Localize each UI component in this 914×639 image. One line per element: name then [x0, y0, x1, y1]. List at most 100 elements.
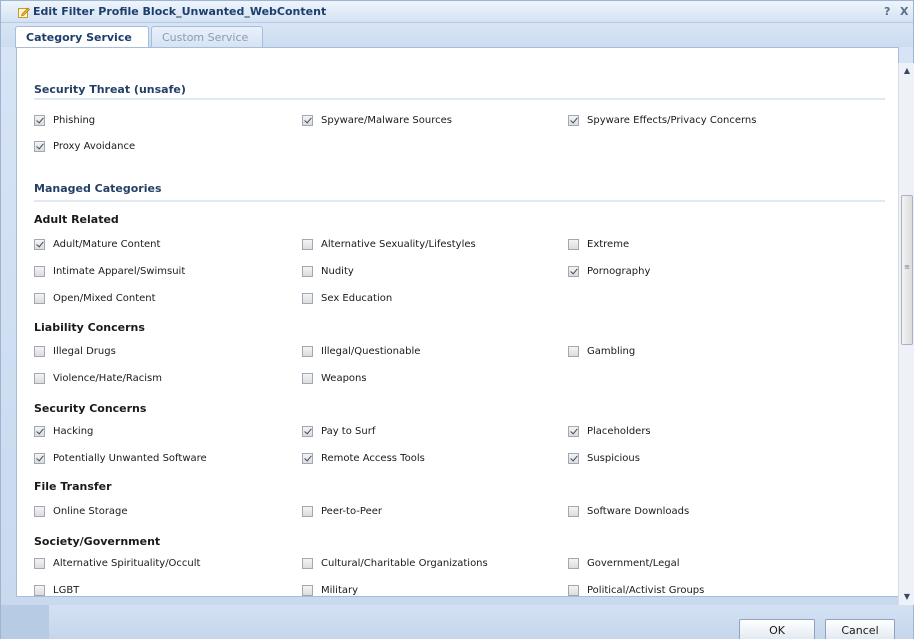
checkbox-label: Peer-to-Peer: [321, 505, 382, 517]
checkbox-pornography[interactable]: Pornography: [568, 264, 650, 278]
checkbox-illegal-questionable[interactable]: Illegal/Questionable: [302, 344, 420, 358]
checkbox-box[interactable]: [34, 292, 45, 304]
checkbox-box[interactable]: [302, 238, 313, 250]
checkbox-placeholders[interactable]: Placeholders: [568, 424, 651, 438]
checkbox-government-legal[interactable]: Government/Legal: [568, 556, 680, 570]
checkbox-label: Violence/Hate/Racism: [53, 372, 162, 384]
category-panel: Security Threat (unsafe) Phishing Spywar…: [16, 47, 899, 597]
dialog-title: Edit Filter Profile Block_Unwanted_WebCo…: [33, 5, 327, 18]
dialog-titlebar: Edit Filter Profile Block_Unwanted_WebCo…: [1, 1, 913, 23]
checkbox-label: Government/Legal: [587, 557, 680, 569]
checkbox-box[interactable]: [34, 114, 45, 126]
checkbox-box[interactable]: [34, 584, 45, 596]
checkbox-peer-to-peer[interactable]: Peer-to-Peer: [302, 504, 382, 518]
arrow-up-icon[interactable]: ▲: [899, 63, 914, 79]
checkbox-box[interactable]: [34, 372, 45, 384]
checkbox-box[interactable]: [568, 345, 579, 357]
checkbox-box[interactable]: [568, 557, 579, 569]
edit-filter-profile-dialog: Edit Filter Profile Block_Unwanted_WebCo…: [0, 0, 914, 639]
checkbox-intimate-apparel[interactable]: Intimate Apparel/Swimsuit: [34, 264, 185, 278]
group-title-security-concerns: Security Concerns: [34, 402, 147, 415]
checkbox-box[interactable]: [34, 425, 45, 437]
checkbox-box[interactable]: [568, 505, 579, 517]
checkbox-pay-to-surf[interactable]: Pay to Surf: [302, 424, 375, 438]
checkbox-box[interactable]: [302, 584, 313, 596]
checkbox-box[interactable]: [302, 557, 313, 569]
cancel-button[interactable]: Cancel: [825, 619, 895, 639]
checkbox-box[interactable]: [302, 114, 313, 126]
help-button[interactable]: ?: [884, 5, 890, 18]
checkbox-box[interactable]: [568, 452, 579, 464]
checkbox-political-activist[interactable]: Political/Activist Groups: [568, 583, 704, 596]
checkbox-spyware-malware-sources[interactable]: Spyware/Malware Sources: [302, 113, 452, 127]
checkbox-label: Suspicious: [587, 452, 640, 464]
close-button[interactable]: X: [900, 5, 908, 18]
checkbox-box[interactable]: [302, 505, 313, 517]
checkbox-cultural-charitable[interactable]: Cultural/Charitable Organizations: [302, 556, 488, 570]
checkbox-box[interactable]: [302, 292, 313, 304]
checkbox-spyware-effects-privacy[interactable]: Spyware Effects/Privacy Concerns: [568, 113, 756, 127]
checkbox-box[interactable]: [568, 238, 579, 250]
checkbox-label: Extreme: [587, 238, 630, 250]
checkbox-suspicious[interactable]: Suspicious: [568, 451, 640, 465]
tab-strip: Category Service Custom Service: [1, 23, 913, 48]
checkbox-violence-hate-racism[interactable]: Violence/Hate/Racism: [34, 371, 162, 385]
section-title-security-threat: Security Threat (unsafe): [34, 83, 186, 96]
checkbox-label: LGBT: [53, 584, 80, 596]
checkbox-alternative-sexuality[interactable]: Alternative Sexuality/Lifestyles: [302, 237, 476, 251]
checkbox-adult-mature-content[interactable]: Adult/Mature Content: [34, 237, 160, 251]
checkbox-label: Weapons: [321, 372, 367, 384]
grip-icon: ≡: [904, 263, 910, 271]
checkbox-open-mixed-content[interactable]: Open/Mixed Content: [34, 291, 156, 305]
checkbox-phishing[interactable]: Phishing: [34, 113, 95, 127]
dialog-footer: OK Cancel: [1, 605, 913, 639]
checkbox-label: Illegal Drugs: [53, 345, 116, 357]
vertical-scrollbar[interactable]: ▲ ≡ ▼: [898, 63, 914, 605]
checkbox-box[interactable]: [302, 372, 313, 384]
checkbox-box[interactable]: [302, 452, 313, 464]
checkbox-online-storage[interactable]: Online Storage: [34, 504, 128, 518]
checkbox-box[interactable]: [568, 584, 579, 596]
tab-custom-service[interactable]: Custom Service: [151, 26, 263, 47]
arrow-down-icon[interactable]: ▼: [899, 589, 914, 605]
checkbox-label: Alternative Sexuality/Lifestyles: [321, 238, 476, 250]
checkbox-box[interactable]: [34, 238, 45, 250]
checkbox-illegal-drugs[interactable]: Illegal Drugs: [34, 344, 116, 358]
checkbox-hacking[interactable]: Hacking: [34, 424, 93, 438]
checkbox-box[interactable]: [302, 425, 313, 437]
checkbox-box[interactable]: [302, 345, 313, 357]
checkbox-nudity[interactable]: Nudity: [302, 264, 354, 278]
checkbox-sex-education[interactable]: Sex Education: [302, 291, 392, 305]
checkbox-label: Phishing: [53, 114, 96, 126]
checkbox-box[interactable]: [302, 265, 313, 277]
checkbox-gambling[interactable]: Gambling: [568, 344, 635, 358]
checkbox-label: Software Downloads: [587, 505, 690, 517]
checkbox-box[interactable]: [34, 557, 45, 569]
footer-corner: [1, 605, 49, 639]
checkbox-box[interactable]: [568, 265, 579, 277]
checkbox-software-downloads[interactable]: Software Downloads: [568, 504, 689, 518]
checkbox-alternative-spirituality[interactable]: Alternative Spirituality/Occult: [34, 556, 200, 570]
checkbox-box[interactable]: [34, 265, 45, 277]
ok-button[interactable]: OK: [739, 619, 815, 639]
checkbox-extreme[interactable]: Extreme: [568, 237, 629, 251]
checkbox-proxy-avoidance[interactable]: Proxy Avoidance: [34, 139, 135, 153]
checkbox-box[interactable]: [34, 505, 45, 517]
checkbox-military[interactable]: Military: [302, 583, 358, 596]
group-title-society-government: Society/Government: [34, 535, 161, 548]
checkbox-box[interactable]: [568, 425, 579, 437]
checkbox-label: Proxy Avoidance: [53, 140, 136, 152]
checkbox-potentially-unwanted-software[interactable]: Potentially Unwanted Software: [34, 451, 207, 465]
checkbox-label: Open/Mixed Content: [53, 292, 156, 304]
checkbox-box[interactable]: [34, 140, 45, 152]
checkbox-box[interactable]: [568, 114, 579, 126]
checkbox-label: Pay to Surf: [321, 425, 376, 437]
group-title-file-transfer: File Transfer: [34, 480, 112, 493]
scrollbar-thumb[interactable]: ≡: [901, 195, 913, 345]
checkbox-box[interactable]: [34, 452, 45, 464]
checkbox-weapons[interactable]: Weapons: [302, 371, 367, 385]
checkbox-box[interactable]: [34, 345, 45, 357]
tab-category-service[interactable]: Category Service: [15, 26, 149, 48]
checkbox-remote-access-tools[interactable]: Remote Access Tools: [302, 451, 425, 465]
checkbox-lgbt[interactable]: LGBT: [34, 583, 80, 596]
